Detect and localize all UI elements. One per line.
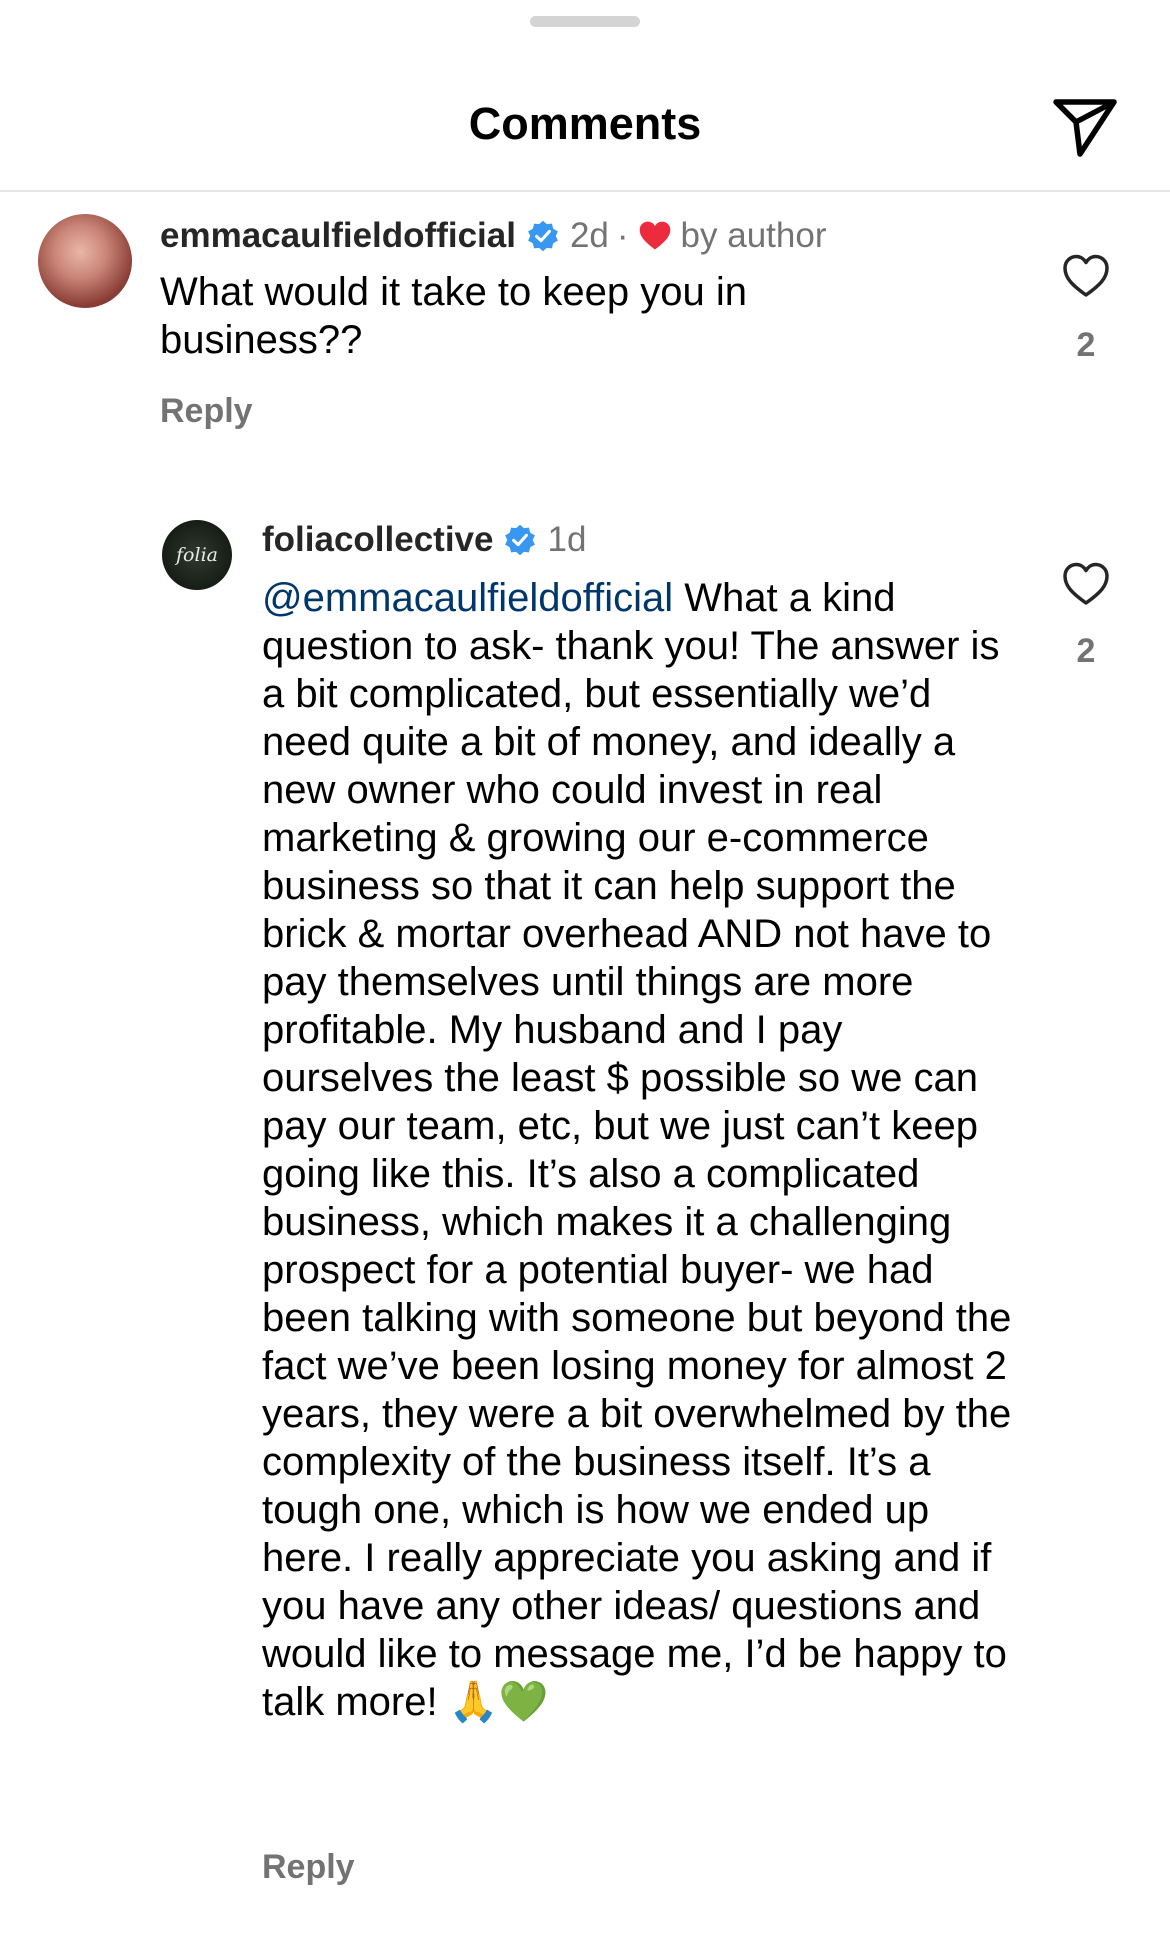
comment-meta: foliacollective 1d <box>262 516 586 564</box>
comment-text: What would it take to keep you in busine… <box>160 270 747 362</box>
comment-time: 2d <box>569 216 609 255</box>
reply-button[interactable]: Reply <box>262 1848 355 1887</box>
emoji-group: 🙏💚 <box>448 1679 549 1725</box>
comments-header: Comments <box>0 0 1170 192</box>
comment-meta: emmacaulfieldofficial 2d · by author <box>160 212 826 260</box>
paper-plane-icon[interactable] <box>1050 90 1120 160</box>
like-count: 2 <box>1076 326 1096 364</box>
comment-time: 1d <box>547 520 587 559</box>
comments-sheet: Comments emmacaulfieldofficial 2d · by a… <box>0 0 1170 1940</box>
heart-outline-icon[interactable] <box>1060 250 1112 302</box>
like-count: 2 <box>1076 632 1096 670</box>
heart-filled-icon <box>639 221 670 250</box>
comment-text: @emmacaulfieldofficial What a kind quest… <box>262 574 1012 1726</box>
heart-outline-icon[interactable] <box>1060 558 1112 610</box>
mention-link[interactable]: @emmacaulfieldofficial <box>262 576 673 620</box>
meta-separator: · <box>616 216 629 255</box>
verified-badge-icon <box>505 524 536 556</box>
avatar[interactable] <box>38 214 132 308</box>
reply-button[interactable]: Reply <box>160 392 253 431</box>
liked-by-author-label: by author <box>680 216 827 255</box>
avatar[interactable]: folia <box>162 520 232 590</box>
comment-username[interactable]: emmacaulfieldofficial <box>160 216 516 256</box>
comment-username[interactable]: foliacollective <box>262 520 493 560</box>
comment-body: What a kind question to ask- thank you! … <box>262 576 1012 1724</box>
avatar-logo: folia <box>176 544 218 566</box>
verified-badge-icon <box>528 220 558 252</box>
page-title: Comments <box>468 98 702 149</box>
